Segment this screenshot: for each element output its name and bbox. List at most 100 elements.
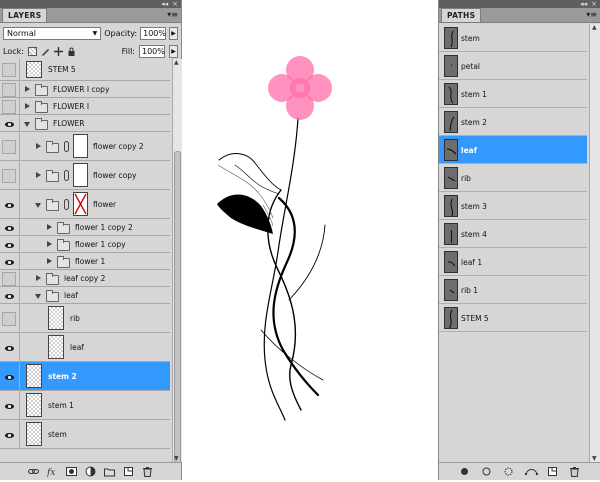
visibility-eye-icon[interactable] bbox=[2, 198, 16, 212]
layer-row[interactable]: FLOWER I bbox=[0, 98, 170, 115]
visibility-eye-icon[interactable] bbox=[2, 399, 16, 413]
layer-row[interactable]: leaf bbox=[0, 287, 170, 304]
layer-row[interactable]: flower copy 2 bbox=[0, 132, 170, 161]
load-selection-icon[interactable] bbox=[503, 466, 514, 477]
layer-row[interactable]: flower 1 copy bbox=[0, 236, 170, 253]
layer-thumbnail[interactable] bbox=[26, 422, 42, 446]
mask-link-chain-icon[interactable] bbox=[64, 199, 69, 210]
visibility-eye-icon[interactable] bbox=[2, 238, 16, 252]
layer-row[interactable]: stem bbox=[0, 420, 170, 449]
expand-triangle-icon[interactable] bbox=[36, 143, 41, 149]
visibility-eye-icon[interactable] bbox=[2, 168, 16, 183]
lock-image-pixels-icon[interactable] bbox=[41, 47, 50, 56]
scroll-up-icon[interactable]: ▲ bbox=[174, 59, 179, 66]
lock-all-icon[interactable] bbox=[67, 47, 76, 56]
path-row[interactable]: petal bbox=[439, 52, 587, 80]
expand-triangle-icon[interactable] bbox=[25, 103, 30, 109]
path-row[interactable]: stem 1 bbox=[439, 80, 587, 108]
collapse-triangle-icon[interactable] bbox=[24, 121, 30, 127]
visibility-eye-icon[interactable] bbox=[2, 221, 16, 235]
visibility-eye-icon[interactable] bbox=[2, 117, 16, 131]
scroll-down-icon[interactable]: ▼ bbox=[592, 455, 597, 462]
expand-triangle-icon[interactable] bbox=[36, 172, 41, 178]
fill-input[interactable]: 100% bbox=[139, 45, 165, 58]
lock-transparent-pixels-icon[interactable] bbox=[27, 47, 37, 56]
opacity-slider-arrow[interactable]: ▶ bbox=[169, 26, 178, 40]
layer-thumbnail[interactable] bbox=[26, 364, 42, 388]
collapse-icon[interactable]: ◂◂ bbox=[161, 0, 168, 8]
layer-row[interactable]: FLOWER I copy bbox=[0, 81, 170, 98]
path-row[interactable]: stem 2 bbox=[439, 108, 587, 136]
new-layer-icon[interactable] bbox=[123, 466, 134, 477]
path-row[interactable]: rib bbox=[439, 164, 587, 192]
path-row[interactable]: stem bbox=[439, 24, 587, 52]
expand-triangle-icon[interactable] bbox=[47, 224, 52, 230]
layer-style-icon[interactable]: fx bbox=[46, 466, 58, 478]
visibility-eye-icon[interactable] bbox=[2, 289, 16, 303]
new-path-icon[interactable] bbox=[547, 466, 558, 477]
visibility-eye-icon[interactable] bbox=[2, 63, 16, 77]
visibility-eye-icon[interactable] bbox=[2, 311, 16, 326]
mask-link-chain-icon[interactable] bbox=[64, 170, 69, 181]
layer-thumbnail[interactable] bbox=[26, 61, 42, 78]
mask-thumbnail[interactable] bbox=[73, 163, 88, 187]
layer-row[interactable]: stem 1 bbox=[0, 391, 170, 420]
expand-triangle-icon[interactable] bbox=[25, 86, 30, 92]
collapse-triangle-icon[interactable] bbox=[35, 202, 41, 208]
path-row[interactable]: rib 1 bbox=[439, 276, 587, 304]
close-panel-icon[interactable]: × bbox=[172, 0, 178, 8]
stroke-path-icon[interactable] bbox=[481, 466, 492, 477]
visibility-eye-icon[interactable] bbox=[2, 99, 16, 114]
expand-triangle-icon[interactable] bbox=[36, 275, 41, 281]
close-panel-icon[interactable]: × bbox=[591, 0, 597, 8]
path-row[interactable]: leaf 1 bbox=[439, 248, 587, 276]
scroll-up-icon[interactable]: ▲ bbox=[592, 24, 597, 31]
visibility-eye-icon[interactable] bbox=[2, 370, 16, 384]
paths-scrollbar[interactable]: ▲ ▼ bbox=[589, 24, 600, 462]
layers-scrollbar[interactable]: ▲ ▼ bbox=[172, 59, 182, 469]
lock-position-icon[interactable] bbox=[53, 47, 63, 56]
path-row[interactable]: STEM 5 bbox=[439, 304, 587, 332]
mask-thumbnail[interactable] bbox=[73, 192, 88, 216]
path-row[interactable]: stem 4 bbox=[439, 220, 587, 248]
document-canvas[interactable] bbox=[183, 0, 437, 480]
layer-row[interactable]: flower 1 copy 2 bbox=[0, 219, 170, 236]
expand-triangle-icon[interactable] bbox=[47, 241, 52, 247]
path-row[interactable]: leaf bbox=[439, 136, 587, 164]
panel-menu-icon[interactable]: ▾≡ bbox=[167, 10, 178, 19]
visibility-eye-icon[interactable] bbox=[2, 428, 16, 442]
tab-paths[interactable]: PATHS bbox=[441, 8, 482, 22]
fill-path-icon[interactable] bbox=[459, 466, 470, 477]
layer-row[interactable]: stem 2 bbox=[0, 362, 170, 391]
layer-thumbnail[interactable] bbox=[26, 393, 42, 417]
layer-thumbnail[interactable] bbox=[48, 306, 64, 330]
collapse-icon[interactable]: ◂◂ bbox=[580, 0, 587, 8]
scroll-down-icon[interactable]: ▼ bbox=[174, 455, 179, 462]
layer-row[interactable]: rib bbox=[0, 304, 170, 333]
delete-path-icon[interactable] bbox=[569, 466, 580, 477]
layer-thumbnail[interactable] bbox=[48, 335, 64, 359]
blend-mode-select[interactable]: Normal ▼ bbox=[3, 26, 102, 40]
visibility-eye-icon[interactable] bbox=[2, 139, 16, 154]
fill-slider-arrow[interactable]: ▶ bbox=[169, 45, 178, 58]
visibility-eye-icon[interactable] bbox=[2, 341, 16, 355]
collapse-triangle-icon[interactable] bbox=[35, 293, 41, 299]
delete-layer-icon[interactable] bbox=[142, 466, 153, 477]
layer-row[interactable]: flower 1 bbox=[0, 253, 170, 270]
panel-menu-icon[interactable]: ▾≡ bbox=[586, 10, 597, 19]
make-work-path-icon[interactable] bbox=[525, 466, 538, 477]
layer-row[interactable]: flower copy bbox=[0, 161, 170, 190]
tab-layers[interactable]: LAYERS bbox=[2, 8, 48, 22]
visibility-eye-icon[interactable] bbox=[2, 82, 16, 97]
layer-row[interactable]: FLOWER bbox=[0, 115, 170, 132]
adjustment-layer-icon[interactable] bbox=[85, 466, 96, 477]
layer-row[interactable]: STEM 5 bbox=[0, 59, 170, 81]
path-row[interactable]: stem 3 bbox=[439, 192, 587, 220]
layer-row[interactable]: leaf copy 2 bbox=[0, 270, 170, 287]
mask-link-chain-icon[interactable] bbox=[64, 141, 69, 152]
layer-row[interactable]: leaf bbox=[0, 333, 170, 362]
scrollbar-thumb[interactable] bbox=[174, 151, 181, 469]
new-group-icon[interactable] bbox=[104, 466, 115, 477]
expand-triangle-icon[interactable] bbox=[47, 258, 52, 264]
visibility-eye-icon[interactable] bbox=[2, 255, 16, 269]
